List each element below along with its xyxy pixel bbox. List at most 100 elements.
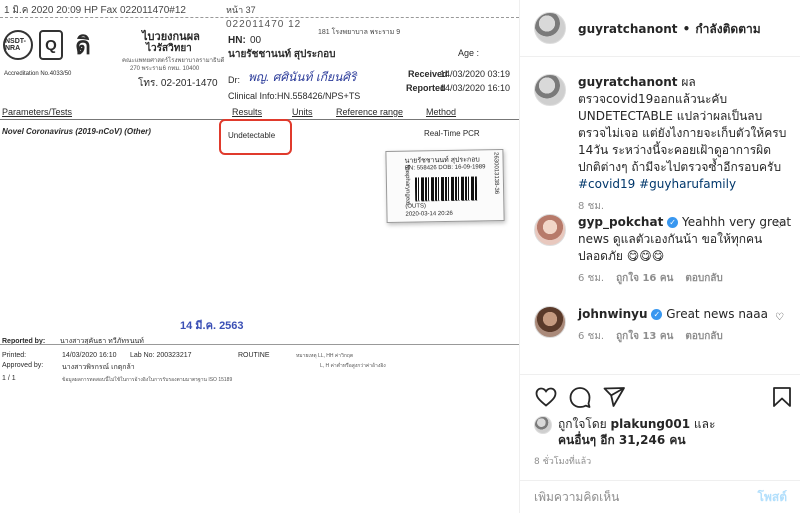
reported-value: 14/03/2020 16:10 xyxy=(440,83,511,93)
approved-by-label: Approved by: xyxy=(2,362,44,369)
liked-by-user[interactable]: plakung001 xyxy=(611,417,691,431)
barcode-icon xyxy=(414,176,478,202)
test-method: Real-Time PCR xyxy=(424,129,480,138)
test-name: Novel Coronavirus (2019-nCoV) (Other) xyxy=(2,127,151,136)
fax-divider xyxy=(0,17,519,18)
fax-header: 1 มิ.ค 2020 20:09 HP Fax 022011470#12 xyxy=(4,5,186,16)
doctor-signature: พญ. ศศินันท์ เกียนศิริ xyxy=(248,70,357,84)
heart-icon[interactable]: ♡ xyxy=(775,220,784,231)
caption-text: ผลตรวจcovid19ออกแล้วนะคับ UNDETECTABLE แ… xyxy=(578,75,787,174)
bookmark-icon[interactable] xyxy=(770,385,794,409)
caption-username[interactable]: guyratchanont xyxy=(578,75,678,89)
comment-meta: 6 ชม. ถูกใจ 16 คน ตอบกลับ xyxy=(578,271,792,286)
post-actions xyxy=(534,385,794,411)
header-parameters: Parameters/Tests xyxy=(2,107,73,117)
caption-time[interactable]: 8 ชม. xyxy=(578,199,604,214)
footer-disclaimer: ข้อมูลผลการทดสอบนี้ไม่ใช้ในการอ้างอิงในก… xyxy=(62,377,233,383)
comment-text: Great news naaa xyxy=(666,307,768,321)
header-results: Results xyxy=(232,107,263,117)
comment-item: gyp_pokchat ✓ Yeahhh very great news ดูแ… xyxy=(534,214,796,286)
lab-address-line2: 270 พระราม6 กทม. 10400 xyxy=(130,66,200,72)
instagram-post-view: 1 มิ.ค 2020 20:09 HP Fax 022011470#12 หน… xyxy=(0,0,800,513)
verified-icon: ✓ xyxy=(651,309,663,320)
post-comment-button[interactable]: โพสต์ xyxy=(758,488,787,507)
comment-username[interactable]: johnwinyu xyxy=(578,307,648,321)
comment-meta: 6 ชม. ถูกใจ 13 คน ตอบกลับ xyxy=(578,329,792,344)
caption-meta: 8 ชม. xyxy=(578,199,792,214)
liked-by-others[interactable]: คนอื่นๆ อีก 31,246 คน xyxy=(558,433,686,447)
hn-value: 00 xyxy=(250,35,262,46)
comment-avatar[interactable] xyxy=(534,214,566,246)
author-avatar[interactable] xyxy=(534,12,566,44)
result-highlight-circle xyxy=(219,119,292,155)
stamp-number: 022011470 12 xyxy=(226,19,302,30)
header-method: Method xyxy=(426,107,457,117)
post-timestamp[interactable]: 8 ชั่วโมงที่แล้ว xyxy=(534,454,591,468)
comment-time[interactable]: 6 ชม. xyxy=(578,329,604,344)
lab-logo-nsdt: NSDT-NRA xyxy=(3,30,33,60)
received-value: 14/03/2020 03:19 xyxy=(440,69,511,79)
lab-number: Lab No: 200323217 xyxy=(130,352,192,359)
sticker-datetime: 2020-03-14 20:26 xyxy=(405,210,453,218)
comment-body: johnwinyu ✓ Great news naaa xyxy=(578,306,792,323)
caption-body: guyratchanont ผลตรวจcovid19ออกแล้วนะคับ … xyxy=(578,74,792,193)
patient-name: นายรัชชานนท์ สุประกอบ xyxy=(228,49,336,60)
doctor-label: Dr: xyxy=(228,75,240,85)
add-comment-bar: โพสต์ xyxy=(520,480,800,513)
range-note: L, H ค่าต่ำหรือสูงกว่าค่าอ้างอิง xyxy=(320,363,386,369)
header-separator: • xyxy=(682,21,691,36)
printed-label: Printed: xyxy=(2,352,27,359)
age-label: Age : xyxy=(458,48,480,58)
sticker-side-number: 2630013138-36 xyxy=(492,152,500,195)
heart-icon[interactable] xyxy=(534,385,558,409)
patient-address: 181 โรงพยาบาล พระราม 9 xyxy=(318,29,401,36)
reply-button[interactable]: ตอบกลับ xyxy=(685,329,722,344)
caption-hashtags[interactable]: #covid19 #guyharufamily xyxy=(578,177,736,191)
post-caption: guyratchanont ผลตรวจcovid19ออกแล้วนะคับ … xyxy=(534,74,796,214)
lab-logo-q: Q xyxy=(39,30,63,60)
lab-logos: NSDT-NRA Q ดิ xyxy=(3,30,97,60)
share-icon[interactable] xyxy=(602,385,626,409)
verified-icon: ✓ xyxy=(667,217,679,228)
critical-note: หมายเหตุ LL, HH ค่าวิกฤต xyxy=(296,353,354,359)
post-header: guyratchanont • กำลังติดตาม xyxy=(534,12,761,44)
accreditation: Accreditation No.4033/50 xyxy=(4,71,72,77)
comment-likes[interactable]: ถูกใจ 16 คน xyxy=(616,271,673,286)
printed-value: 14/03/2020 16:10 xyxy=(62,352,117,359)
reported-by-value: นางสาวสุคันธา ทวีภัทรนนท์ xyxy=(60,338,144,345)
header-units: Units xyxy=(292,107,313,117)
following-button[interactable]: กำลังติดตาม xyxy=(695,22,760,36)
lab-telephone: โทร. 02-201-1470 xyxy=(138,78,218,89)
add-comment-input[interactable] xyxy=(534,490,734,504)
heart-icon[interactable]: ♡ xyxy=(775,312,784,323)
post-photo-lab-report: 1 มิ.ค 2020 20:09 HP Fax 022011470#12 หน… xyxy=(0,0,519,513)
liked-by-prefix: ถูกใจโดย xyxy=(558,417,607,431)
clinical-info: Clinical Info:HN.558426/NPS+TS xyxy=(228,91,361,101)
actions-divider xyxy=(520,374,800,375)
footer-divider xyxy=(0,344,519,345)
routine-label: ROUTINE xyxy=(238,352,270,359)
page-number: หน้า 37 xyxy=(226,5,256,15)
comment-time[interactable]: 6 ชม. xyxy=(578,271,604,286)
liker-avatar[interactable] xyxy=(534,416,552,434)
author-username[interactable]: guyratchanont xyxy=(578,22,678,36)
comment-icon[interactable] xyxy=(568,385,592,409)
liked-by: ถูกใจโดย plakung001 และ คนอื่นๆ อีก 31,2… xyxy=(534,416,715,448)
lab-logo-emblem: ดิ xyxy=(75,32,91,60)
comment-body: gyp_pokchat ✓ Yeahhh very great news ดูแ… xyxy=(578,214,792,265)
sticker-outs: (OUTS) xyxy=(405,203,427,210)
post-side-panel: guyratchanont • กำลังติดตาม guyratchanon… xyxy=(519,0,800,513)
approved-by-value: นางสาวพิรกรณ์ เกตุกล้า xyxy=(62,364,135,371)
specimen-sticker: นายรัชชานนท์ สุประกอบ HN: 558426 DOB: 16… xyxy=(385,148,505,224)
hn-label: HN: xyxy=(228,35,246,46)
liked-by-and: และ xyxy=(693,417,716,431)
comment-likes[interactable]: ถูกใจ 13 คน xyxy=(616,329,673,344)
caption-avatar[interactable] xyxy=(534,74,566,106)
lab-department: ไวรัสวิทยา xyxy=(146,43,192,54)
header-divider xyxy=(520,56,800,57)
sticker-hn: HN: 558426 DOB: 16-09-1989 xyxy=(404,164,486,172)
reply-button[interactable]: ตอบกลับ xyxy=(685,271,722,286)
comment-username[interactable]: gyp_pokchat xyxy=(578,215,663,229)
comment-avatar[interactable] xyxy=(534,306,566,338)
page-of: 1 / 1 xyxy=(2,375,16,382)
